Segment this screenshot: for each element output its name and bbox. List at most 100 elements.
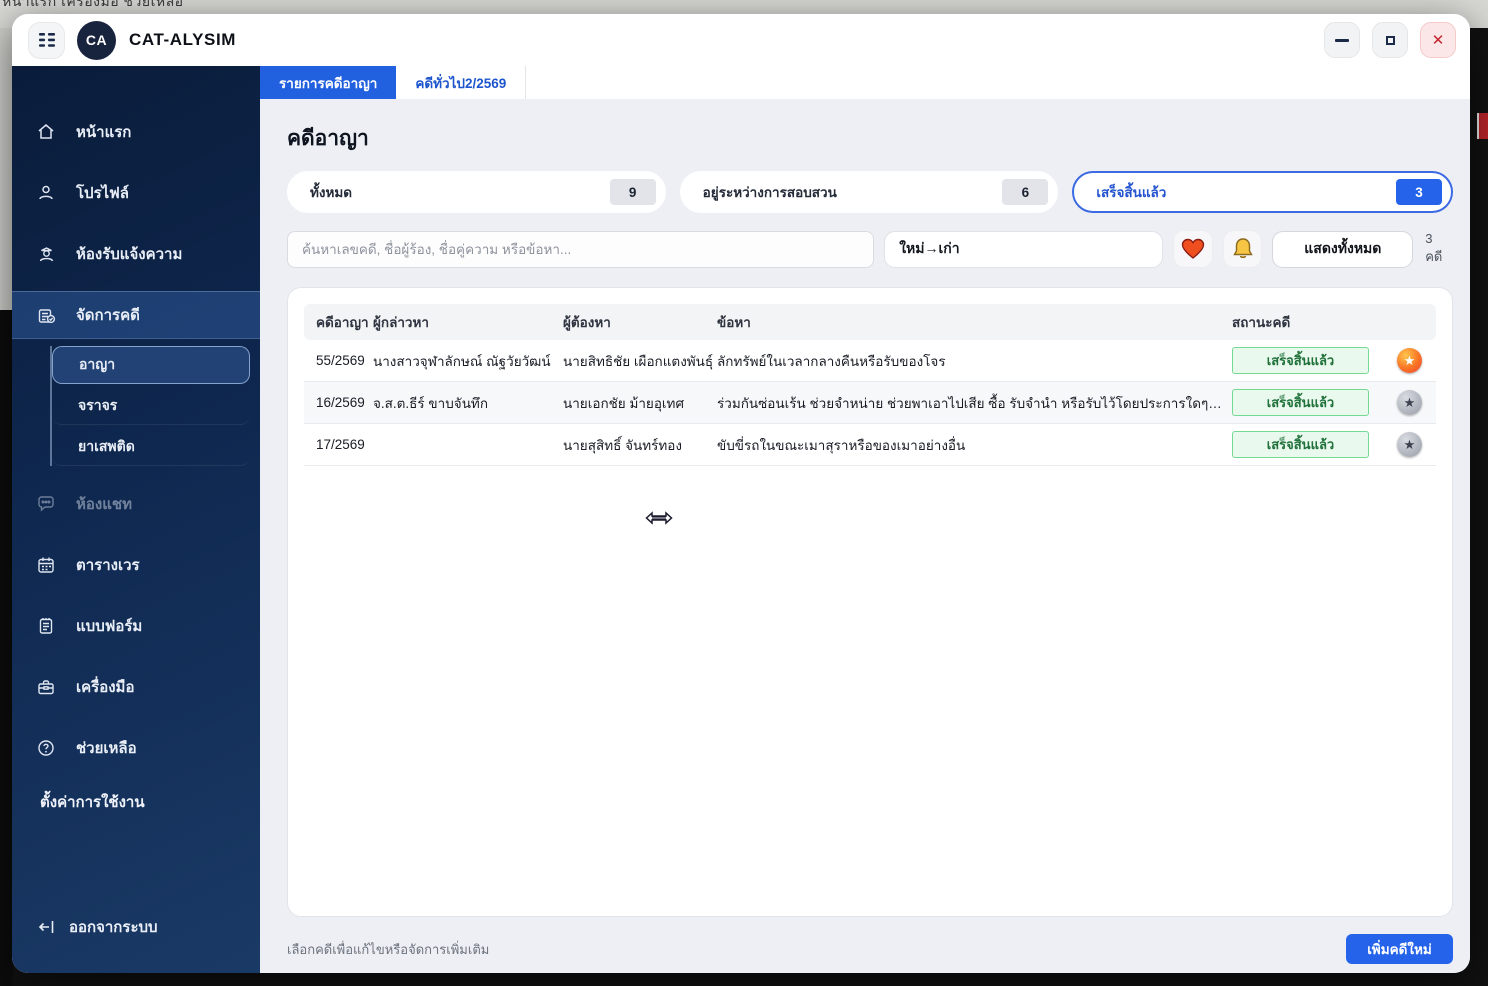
stats-row: ทั้งหมด 9 อยู่ระหว่างการสอบสวน 6 เสร็จสิ…	[287, 171, 1454, 213]
cell-accuser: จ.ส.ต.ธีร์ ขาบจันทึก	[373, 395, 489, 411]
sidebar-item-case-management[interactable]: จัดการคดี	[12, 291, 260, 339]
sidebar-item-help[interactable]: ช่วยเหลือ	[12, 724, 260, 772]
show-all-label: แสดงทั้งหมด	[1304, 240, 1382, 256]
sort-order-select[interactable]: ใหม่→เก่า	[884, 230, 1164, 268]
stat-card-total[interactable]: ทั้งหมด 9	[287, 171, 666, 213]
show-all-button[interactable]: แสดงทั้งหมด	[1272, 230, 1414, 268]
title-bar: CA CAT-ALYSIM ✕	[12, 14, 1470, 66]
bell-icon	[1232, 238, 1253, 259]
cell-accuser: นางสาวจุฬาลักษณ์ ณัฐวัยวัฒน์	[373, 353, 551, 369]
form-icon	[36, 616, 56, 636]
favorites-filter-button[interactable]	[1173, 230, 1213, 268]
sidebar-item-label: แบบฟอร์ม	[76, 618, 143, 635]
header-case-status: สถานะคดี	[1232, 315, 1291, 330]
sidebar-item-forms[interactable]: แบบฟอร์ม	[12, 602, 260, 650]
sidebar-item-label: ห้องแชท	[76, 496, 132, 513]
cell-status: เสร็จสิ้นแล้ว ★	[1232, 347, 1436, 374]
add-case-label: เพิ่มคดีใหม่	[1367, 942, 1432, 957]
sidebar-item-settings[interactable]: ตั้งค่าการใช้งาน	[12, 785, 260, 819]
stat-label: เสร็จสิ้นแล้ว	[1096, 185, 1167, 200]
user-icon	[36, 183, 56, 203]
footer-hint: เลือกคดีเพื่อแก้ไขหรือจัดการเพิ่มเติม	[287, 941, 490, 957]
stat-card-under-investigation[interactable]: อยู่ระหว่างการสอบสวน 6	[679, 171, 1059, 213]
underlying-window-red-fragment	[1477, 113, 1488, 139]
desktop: หน้าแรก เครื่องมือ ช่วยเหลือ CA CAT-ALYS…	[0, 0, 1488, 986]
footer-row: เลือกคดีเพื่อแก้ไขหรือจัดการเพิ่มเติม เพ…	[287, 934, 1453, 964]
sidebar-toggle-button[interactable]	[28, 21, 65, 59]
sidebar-item-profile[interactable]: โปรไฟล์	[12, 169, 260, 217]
logout-label: ออกจากระบบ	[69, 919, 158, 936]
stat-count-badge: 6	[1002, 179, 1049, 205]
add-case-button[interactable]: เพิ่มคดีใหม่	[1346, 934, 1453, 964]
sidebar-item-label: ตารางเวร	[76, 557, 140, 574]
cell-charge: ลักทรัพย์ในเวลากลางคืนหรือรับของโจร	[717, 353, 946, 369]
submenu-item-label: จราจร	[78, 396, 118, 413]
chat-icon	[36, 494, 56, 514]
cell-charge: ขับขี่รถในขณะเมาสุราหรือของเมาอย่างอื่น	[717, 437, 966, 453]
stat-label: ทั้งหมด	[310, 185, 353, 200]
submenu-item-label: อาญา	[79, 356, 116, 372]
logout-button[interactable]: ออกจากระบบ	[12, 903, 260, 951]
tab-strip: รายการคดีอาญา คดีทั่วไป2/2569	[260, 66, 1470, 99]
table-header-row: คดีอาญา ผู้กล่าวหา ผู้ต้องหา ข้อหา สถานะ…	[304, 304, 1436, 340]
sidebar-item-label: ห้องรับแจ้งความ	[76, 246, 183, 263]
sidebar-item-tools[interactable]: เครื่องมือ	[12, 663, 260, 711]
header-case-number: คดีอาญา	[316, 315, 369, 330]
submenu-item-label: ยาเสพติด	[78, 437, 135, 454]
menu-grid-icon	[38, 33, 55, 47]
settings-label: ตั้งค่าการใช้งาน	[40, 794, 145, 811]
table-row[interactable]: 55/2569 นางสาวจุฬาลักษณ์ ณัฐวัยวัฒน์ นาย…	[304, 340, 1436, 382]
stat-card-completed[interactable]: เสร็จสิ้นแล้ว 3	[1072, 171, 1454, 213]
header-accused: ผู้ต้องหา	[563, 315, 611, 330]
window-controls: ✕	[1324, 22, 1456, 58]
maximize-icon	[1385, 35, 1395, 45]
underlying-menubar-text: หน้าแรก เครื่องมือ ช่วยเหลือ	[2, 0, 184, 9]
tab-general-case[interactable]: คดีทั่วไป2/2569	[396, 66, 527, 99]
case-table-card: คดีอาญา ผู้กล่าวหา ผู้ต้องหา ข้อหา สถานะ…	[287, 287, 1453, 917]
sidebar-item-label: จัดการคดี	[76, 307, 140, 324]
tab-label: คดีทั่วไป2/2569	[415, 75, 507, 91]
stat-count-badge: 3	[1396, 179, 1443, 205]
favorite-star-button[interactable]: ★	[1397, 390, 1422, 415]
close-icon: ✕	[1431, 31, 1445, 49]
stat-label: อยู่ระหว่างการสอบสวน	[702, 185, 837, 200]
notifications-button[interactable]	[1222, 230, 1263, 268]
sidebar-item-label: เครื่องมือ	[76, 679, 135, 696]
logout-icon	[38, 919, 55, 935]
toolbox-icon	[36, 677, 56, 697]
search-input[interactable]	[287, 230, 875, 268]
status-badge: เสร็จสิ้นแล้ว	[1232, 389, 1369, 416]
favorite-star-button[interactable]: ★	[1397, 432, 1422, 457]
case-type-submenu: อาญา จราจร ยาเสพติด	[50, 346, 260, 466]
submenu-item-narcotics[interactable]: ยาเสพติด	[52, 428, 250, 466]
home-icon	[36, 122, 56, 142]
close-button[interactable]: ✕	[1420, 22, 1456, 58]
minimize-button[interactable]	[1324, 22, 1360, 58]
sidebar: หน้าแรก โปรไฟล์ ห้องรับแจ้งความ จัดการคด…	[12, 66, 260, 973]
app-title: CAT-ALYSIM	[129, 30, 237, 49]
status-badge: เสร็จสิ้นแล้ว	[1232, 431, 1369, 458]
sidebar-item-duty-roster[interactable]: ตารางเวร	[12, 541, 260, 589]
submenu-item-traffic[interactable]: จราจร	[52, 387, 250, 425]
table-row[interactable]: 16/2569 จ.ส.ต.ธีร์ ขาบจันทึก นายเอกชัย ม…	[304, 382, 1436, 424]
sidebar-item-report-room[interactable]: ห้องรับแจ้งความ	[12, 230, 260, 278]
tab-criminal-case-list[interactable]: รายการคดีอาญา	[260, 66, 397, 99]
app-logo: CA	[77, 20, 116, 60]
sidebar-item-label: ช่วยเหลือ	[76, 740, 137, 757]
result-count: 3 คดี	[1425, 231, 1443, 264]
page-title: คดีอาญา	[287, 127, 369, 150]
cell-charge: ร่วมกันซ่อนเร้น ช่วยจำหน่าย ช่วยพาเอาไปเ…	[717, 395, 1224, 411]
table-row[interactable]: 17/2569 นายสุสิทธิ์ จันทร์ทอง ขับขี่รถใน…	[304, 424, 1436, 466]
case-management-icon	[36, 305, 56, 325]
sidebar-item-chat-room[interactable]: ห้องแชท	[12, 480, 260, 528]
sidebar-item-home[interactable]: หน้าแรก	[12, 108, 260, 156]
cell-accused: นายเอกชัย ม้ายอุเทศ	[563, 395, 685, 411]
sort-order-value: ใหม่→เก่า	[899, 240, 960, 256]
maximize-button[interactable]	[1372, 22, 1408, 58]
favorite-star-button[interactable]: ★	[1397, 348, 1422, 373]
minimize-icon	[1335, 38, 1349, 42]
sidebar-item-label: โปรไฟล์	[76, 185, 129, 202]
submenu-item-criminal[interactable]: อาญา	[52, 346, 250, 384]
calendar-icon	[36, 555, 56, 575]
